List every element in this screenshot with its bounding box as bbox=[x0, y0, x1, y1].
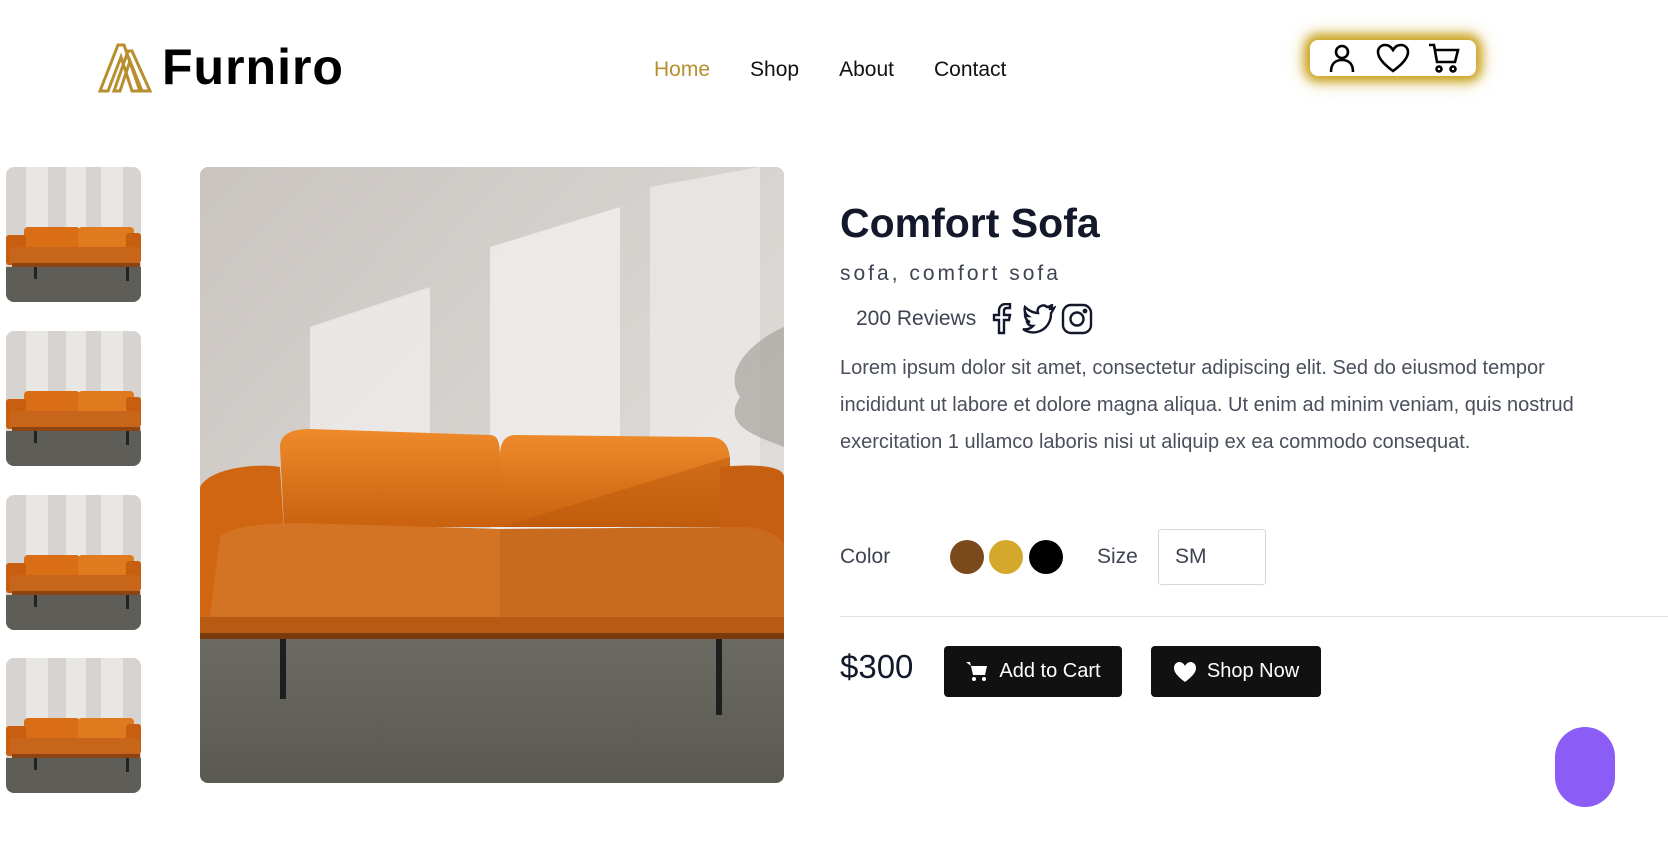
sofa-thumbnail-image bbox=[6, 495, 141, 630]
cart-icon[interactable] bbox=[1427, 41, 1461, 75]
nav-contact[interactable]: Contact bbox=[934, 58, 1006, 82]
thumbnail-1[interactable] bbox=[6, 167, 141, 302]
sofa-photo bbox=[200, 167, 784, 783]
site-header: Furniro Home Shop About Contact bbox=[0, 0, 1668, 140]
product-price: $300 bbox=[840, 648, 914, 685]
thumbnail-2[interactable] bbox=[6, 331, 141, 466]
header-actions bbox=[1310, 40, 1476, 76]
user-icon[interactable] bbox=[1325, 41, 1359, 75]
twitter-icon[interactable] bbox=[1022, 302, 1057, 336]
product-tags: sofa, comfort sofa bbox=[840, 262, 1061, 285]
main-nav: Home Shop About Contact bbox=[654, 58, 1006, 82]
brand-logo[interactable]: Furniro bbox=[96, 38, 344, 96]
size-select[interactable]: SM bbox=[1158, 529, 1266, 585]
color-swatch-gold[interactable] bbox=[989, 540, 1023, 574]
facebook-icon[interactable] bbox=[984, 302, 1018, 336]
thumbnail-3[interactable] bbox=[6, 495, 141, 630]
nav-shop[interactable]: Shop bbox=[750, 58, 799, 82]
cart-icon bbox=[966, 661, 988, 681]
shop-now-button[interactable]: Shop Now bbox=[1151, 646, 1321, 697]
sofa-thumbnail-image bbox=[6, 658, 141, 793]
add-to-cart-label: Add to Cart bbox=[999, 660, 1101, 682]
heart-icon bbox=[1173, 661, 1196, 682]
main-product-image bbox=[200, 167, 784, 783]
color-label: Color bbox=[840, 545, 891, 568]
size-label: Size bbox=[1097, 545, 1138, 568]
nav-home[interactable]: Home bbox=[654, 58, 710, 82]
color-swatch-black[interactable] bbox=[1029, 540, 1063, 574]
brand-name: Furniro bbox=[162, 39, 344, 95]
nav-about[interactable]: About bbox=[839, 58, 894, 82]
product-title: Comfort Sofa bbox=[840, 200, 1100, 246]
thumbnail-4[interactable] bbox=[6, 658, 141, 793]
reviews-count: 200 Reviews bbox=[856, 307, 977, 330]
heart-icon[interactable] bbox=[1376, 41, 1410, 75]
add-to-cart-button[interactable]: Add to Cart bbox=[944, 646, 1122, 697]
reviews-row: 200 Reviews bbox=[856, 302, 1094, 336]
divider bbox=[840, 616, 1668, 617]
sofa-thumbnail-image bbox=[6, 167, 141, 302]
instagram-icon[interactable] bbox=[1060, 302, 1094, 336]
chat-widget[interactable] bbox=[1555, 727, 1615, 807]
furniro-logo-icon bbox=[97, 43, 152, 93]
color-swatch-brown[interactable] bbox=[950, 540, 984, 574]
shop-now-label: Shop Now bbox=[1206, 660, 1300, 682]
sofa-thumbnail-image bbox=[6, 331, 141, 466]
product-description: Lorem ipsum dolor sit amet, consectetur … bbox=[840, 357, 1574, 453]
